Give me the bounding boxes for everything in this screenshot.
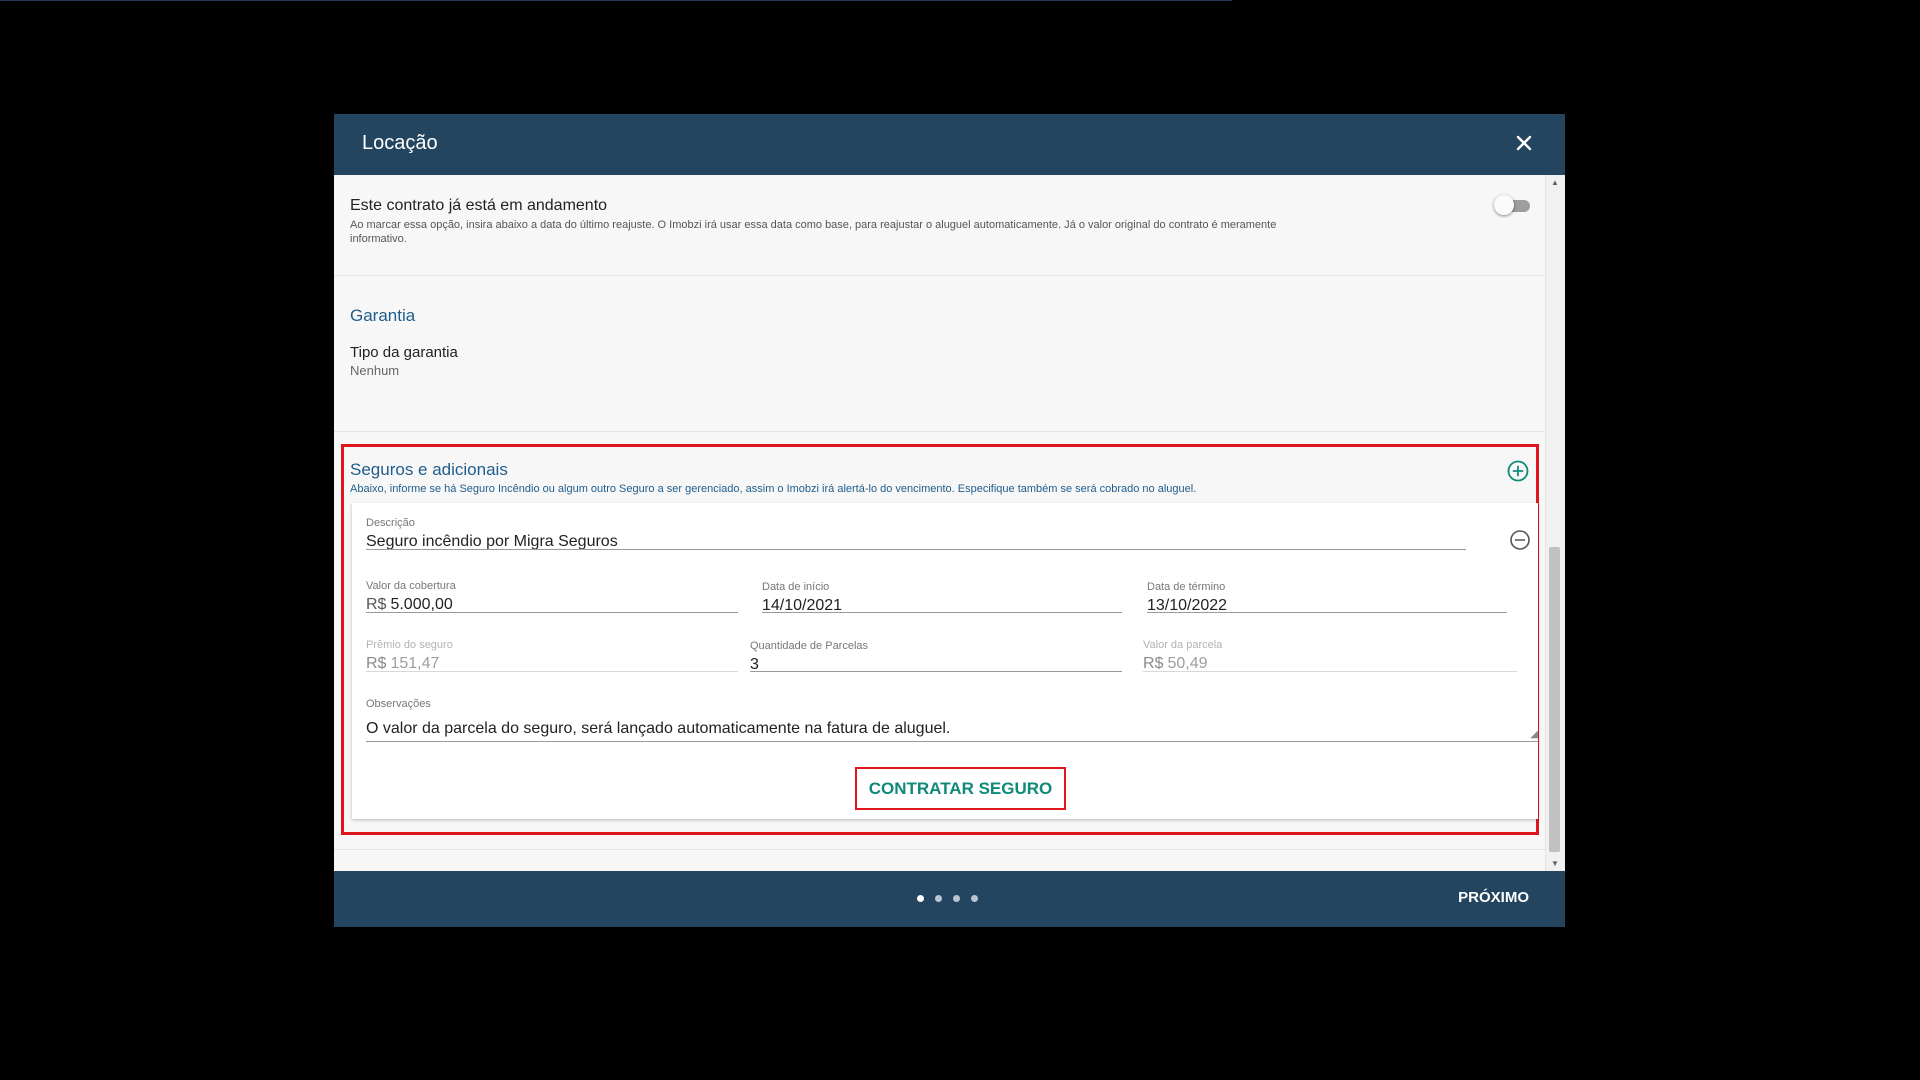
premio-underline [366,671,738,672]
descricao-underline [366,549,1466,550]
seguros-description: Abaixo, informe se há Seguro Incêndio ou… [350,483,1197,495]
contract-in-progress-toggle[interactable] [1494,195,1530,215]
modal-footer: PRÓXIMO [334,871,1565,927]
garantia-type-value[interactable]: Nenhum [350,363,399,378]
page-dot-1[interactable] [917,895,924,902]
cobertura-field[interactable]: Valor da cobertura R$ 5.000,00 [366,580,738,613]
seguros-title: Seguros e adicionais [350,460,508,479]
page-dot-4[interactable] [971,895,978,902]
cobertura-value: 5.000,00 [390,596,453,613]
next-button[interactable]: PRÓXIMO [1458,889,1529,906]
valor-parcela-value: 50,49 [1167,655,1208,672]
page-dot-3[interactable] [953,895,960,902]
scroll-down-arrow-icon[interactable]: ▼ [1551,859,1559,868]
valor-parcela-underline [1143,671,1517,672]
modal-body[interactable]: Este contrato já está em andamento Ao ma… [334,175,1546,871]
garantia-section: Garantia Tipo da garantia Nenhum [334,276,1546,432]
contract-in-progress-title: Este contrato já está em andamento [350,197,608,214]
observacoes-underline [366,741,1538,742]
cobertura-underline [366,612,738,613]
locacao-modal: Locação Este contrato já está em andamen… [334,114,1565,927]
descricao-field[interactable]: Descrição Seguro incêndio por Migra Segu… [366,517,1466,550]
section-divider [334,849,1546,850]
scroll-thumb[interactable] [1549,547,1560,852]
page-dot-2[interactable] [935,895,942,902]
termino-field[interactable]: Data de término 13/10/2022 [1147,581,1507,614]
inicio-field[interactable]: Data de início 14/10/2021 [762,581,1122,614]
remove-seguro-button[interactable] [1507,527,1533,553]
vertical-scrollbar[interactable]: ▲ ▼ [1545,175,1565,871]
descricao-label: Descrição [366,517,415,529]
seguro-card: Descrição Seguro incêndio por Migra Segu… [352,503,1538,819]
valor-parcela-label: Valor da parcela [1143,639,1223,651]
garantia-type-label: Tipo da garantia [350,344,458,361]
contract-in-progress-section: Este contrato já está em andamento Ao ma… [334,175,1546,276]
valor-parcela-field: Valor da parcela R$ 50,49 [1143,639,1517,672]
scroll-up-arrow-icon[interactable]: ▲ [1551,178,1559,187]
parcelas-label: Quantidade de Parcelas [750,640,869,652]
contratar-seguro-button[interactable]: CONTRATAR SEGURO [855,767,1066,810]
termino-label: Data de término [1147,581,1226,593]
modal-header: Locação [334,114,1565,175]
premio-field: Prêmio do seguro R$ 151,47 [366,639,738,672]
cobertura-label: Valor da cobertura [366,580,456,592]
termino-underline [1147,612,1507,613]
inicio-label: Data de início [762,581,830,593]
plus-circle-icon [1507,460,1529,482]
close-icon [1516,135,1532,151]
top-edge-line [0,0,1232,1]
garantia-title: Garantia [350,306,416,325]
modal-title: Locação [362,132,438,154]
cobertura-currency: R$ [366,596,387,613]
resize-handle-icon[interactable]: ◢ [1530,729,1538,740]
valor-parcela-currency: R$ [1143,655,1164,672]
premio-currency: R$ [366,655,387,672]
observacoes-textarea[interactable]: O valor da parcela do seguro, será lança… [366,720,950,738]
add-seguro-button[interactable] [1505,458,1531,484]
observacoes-field[interactable]: Observações O valor da parcela do seguro… [366,698,1538,742]
parcelas-field[interactable]: Quantidade de Parcelas 3 [750,640,1122,673]
observacoes-label: Observações [366,698,431,710]
minus-circle-icon [1510,530,1530,550]
parcelas-underline [750,671,1122,672]
toggle-knob [1494,195,1514,215]
inicio-underline [762,612,1122,613]
contract-in-progress-description: Ao marcar essa opção, insira abaixo a da… [350,219,1277,245]
premio-value: 151,47 [390,655,440,672]
close-button[interactable] [1509,128,1539,158]
premio-label: Prêmio do seguro [366,639,453,651]
